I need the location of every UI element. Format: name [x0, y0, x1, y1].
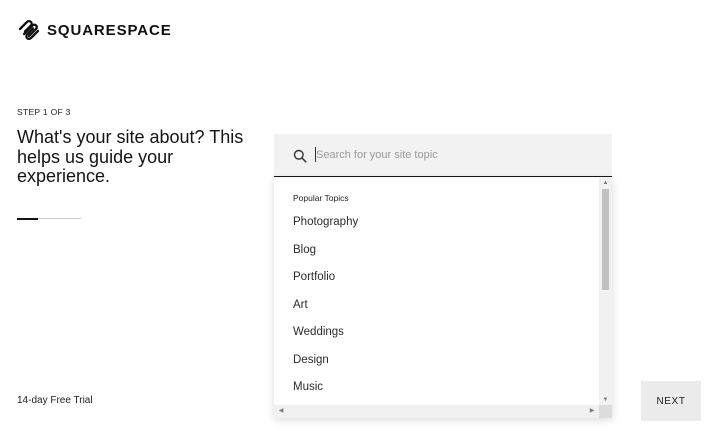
topic-dropdown[interactable]: Popular Topics Photography Blog Portfoli… [274, 178, 612, 418]
topic-option-blog[interactable]: Blog [274, 237, 599, 265]
page-title: What's your site about? This helps us gu… [17, 127, 244, 186]
free-trial-note: 14-day Free Trial [17, 395, 93, 406]
search-field[interactable] [274, 134, 612, 177]
vertical-scroll-thumb[interactable] [602, 189, 609, 290]
scroll-down-arrow-icon[interactable]: ▼ [599, 395, 612, 405]
topic-option-weddings[interactable]: Weddings [274, 319, 599, 347]
brand-name: SQUARESPACE [47, 21, 172, 39]
topic-option-music[interactable]: Music [274, 374, 599, 402]
topic-list: Photography Blog Portfolio Art Weddings … [274, 209, 599, 402]
topic-option-design[interactable]: Design [274, 347, 599, 375]
scroll-right-arrow-icon[interactable]: ▶ [587, 405, 597, 418]
squarespace-logo-icon [18, 19, 40, 41]
search-input[interactable] [316, 145, 596, 165]
scroll-left-arrow-icon[interactable]: ◀ [276, 405, 286, 418]
topic-option-art[interactable]: Art [274, 292, 599, 320]
search-icon [293, 149, 307, 163]
horizontal-scrollbar[interactable]: ◀ ▶ [274, 405, 599, 418]
scrollbar-corner [599, 405, 612, 418]
topic-option-portfolio[interactable]: Portfolio [274, 264, 599, 292]
popular-topics-header: Popular Topics [293, 193, 349, 203]
vertical-scrollbar[interactable]: ▲ ▼ [599, 178, 612, 405]
next-button[interactable]: NEXT [641, 381, 701, 421]
progress-bar [17, 217, 81, 220]
squarespace-logo[interactable]: SQUARESPACE [17, 18, 172, 42]
step-indicator: STEP 1 OF 3 [17, 107, 71, 117]
progress-bar-fill [17, 217, 39, 220]
topic-option-photography[interactable]: Photography [274, 209, 599, 237]
scroll-up-arrow-icon[interactable]: ▲ [599, 178, 612, 188]
